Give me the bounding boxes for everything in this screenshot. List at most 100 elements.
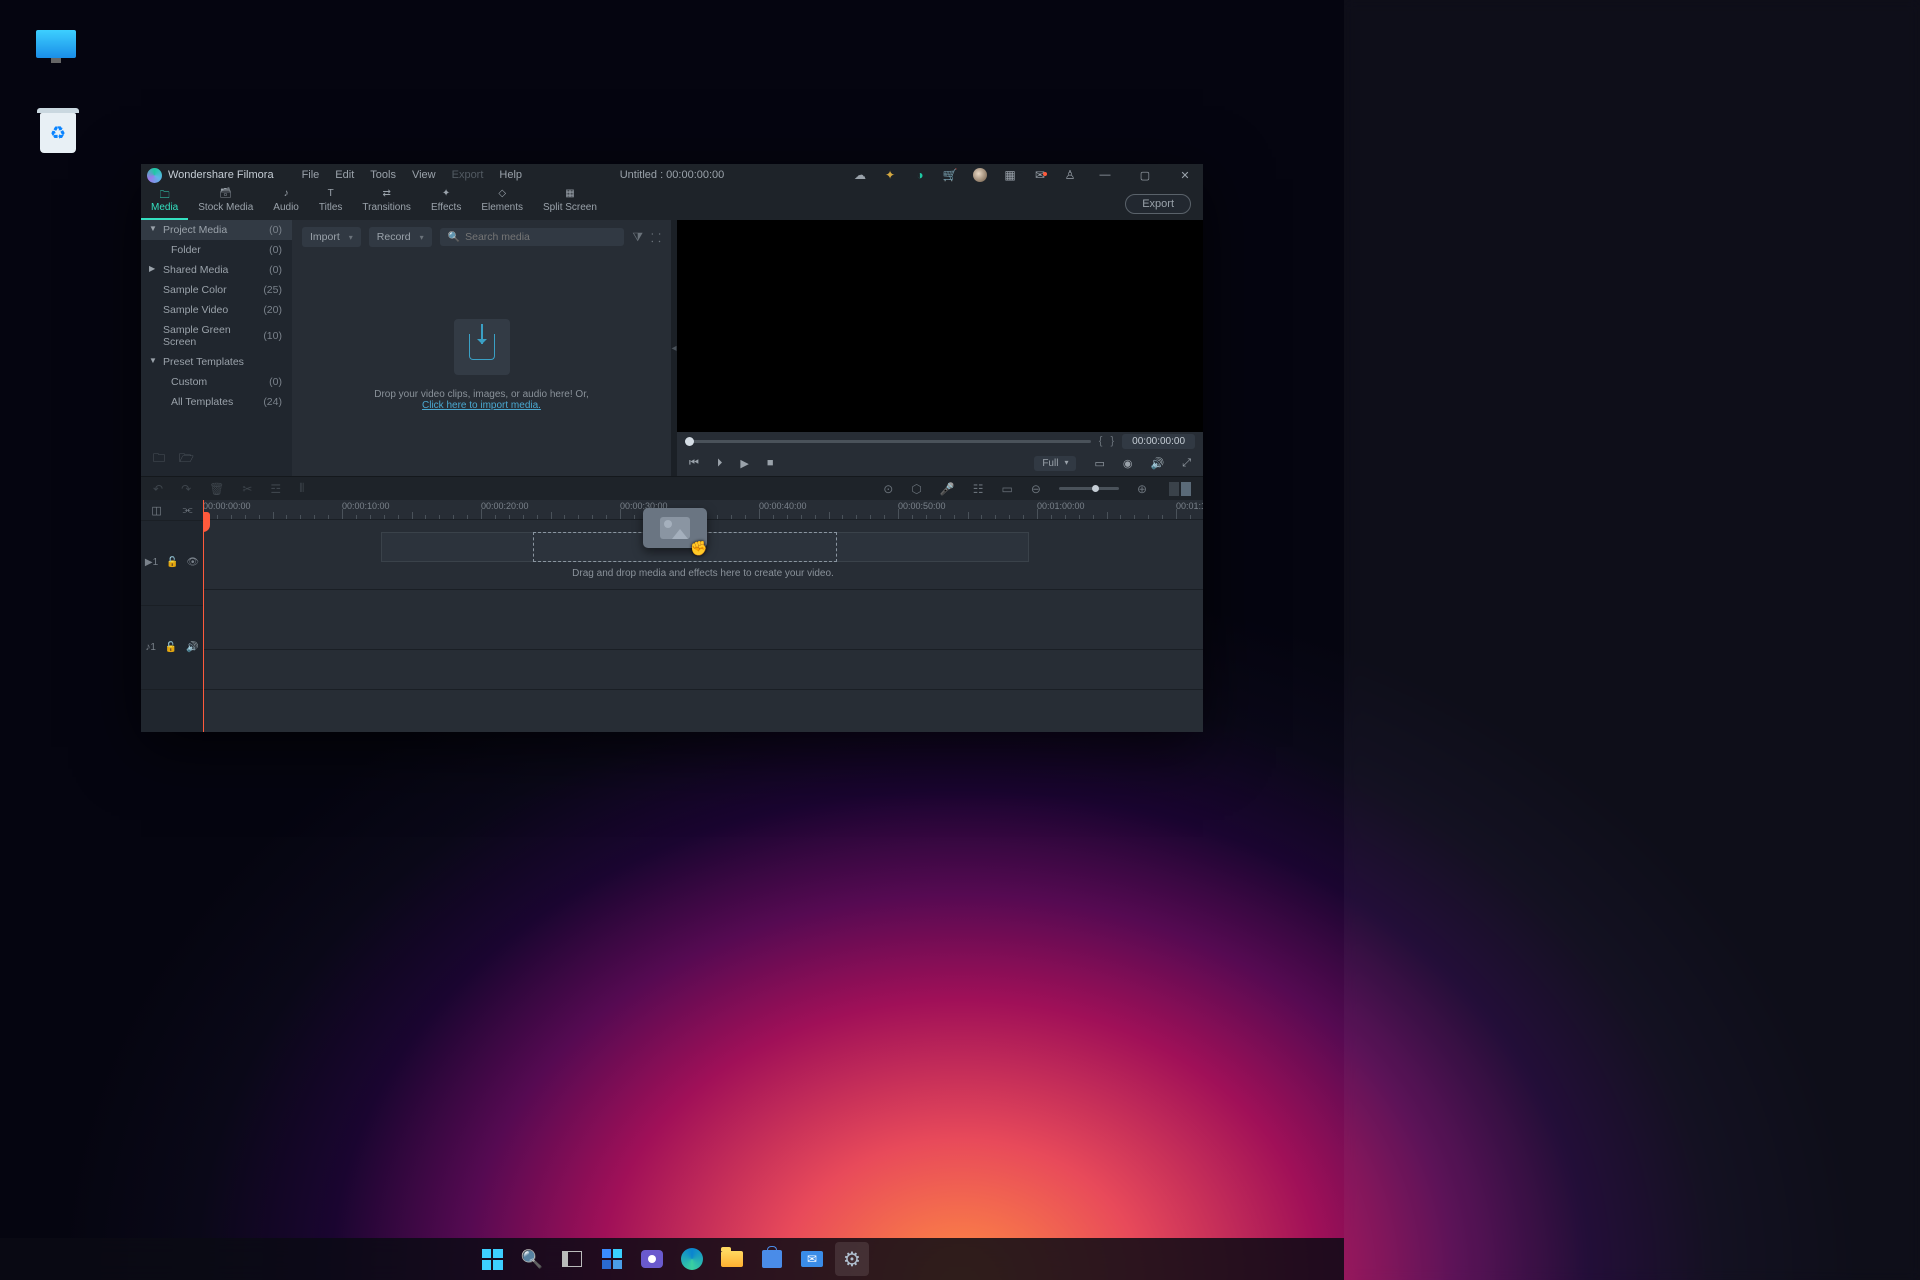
next-frame-button[interactable]: ▶ — [740, 457, 748, 470]
play-pause-button[interactable]: ⏵ — [717, 457, 723, 470]
split-button[interactable]: ✂ — [242, 482, 252, 496]
aspect-ratio-button[interactable]: ▭ — [1002, 482, 1013, 496]
close-button[interactable]: ✕ — [1173, 166, 1197, 184]
headphones-icon[interactable]: ◑ — [913, 168, 927, 182]
tab-stock-media[interactable]: 🗃Stock Media — [188, 185, 263, 220]
star-icon[interactable]: ✦ — [883, 168, 897, 182]
video-track-header[interactable]: ▶1 🔓 👁 — [141, 520, 203, 605]
tree-item-sample-green-screen[interactable]: Sample Green Screen(10) — [141, 320, 292, 352]
preview-canvas[interactable] — [677, 220, 1203, 432]
import-button[interactable]: Import▾ — [302, 227, 361, 247]
menu-edit[interactable]: Edit — [327, 169, 362, 181]
mark-in-button[interactable]: { — [1099, 435, 1103, 447]
crop-button[interactable]: ☲ — [270, 482, 281, 496]
search-box[interactable]: 🔍 — [440, 228, 625, 246]
volume-icon[interactable]: 🔊 — [1150, 457, 1164, 470]
store-button[interactable] — [755, 1242, 789, 1276]
save-icon[interactable]: ▦ — [1003, 168, 1017, 182]
task-view-button[interactable] — [555, 1242, 589, 1276]
track-size-toggle[interactable] — [1169, 482, 1191, 496]
start-button[interactable] — [475, 1242, 509, 1276]
mail-button[interactable]: ✉ — [795, 1242, 829, 1276]
tab-media[interactable]: 🗀Media — [141, 185, 188, 220]
link-toggle-icon[interactable]: ⫘ — [183, 504, 193, 517]
chat-button[interactable] — [635, 1242, 669, 1276]
quality-selector[interactable]: Full▾ — [1034, 456, 1076, 471]
menu-tools[interactable]: Tools — [362, 169, 404, 181]
zoom-out-button[interactable]: ⊖ — [1031, 482, 1041, 496]
new-folder-icon[interactable]: 🗀 — [153, 449, 165, 470]
settings-button[interactable]: ⚙ — [835, 1242, 869, 1276]
edge-button[interactable] — [675, 1242, 709, 1276]
manage-tracks-icon[interactable]: ◫ — [151, 504, 161, 517]
minimize-button[interactable]: ― — [1093, 166, 1117, 184]
tab-transitions[interactable]: ⇄Transitions — [352, 185, 421, 220]
lock-icon[interactable]: 🔓 — [165, 642, 177, 653]
tree-item-custom[interactable]: Custom(0) — [141, 372, 292, 392]
mixer-button[interactable]: ☷ — [973, 482, 984, 496]
search-input[interactable] — [465, 231, 616, 243]
voiceover-button[interactable]: 🎤 — [940, 482, 955, 496]
audio-track-header[interactable]: ♪1 🔓 🔊 — [141, 605, 203, 690]
zoom-slider[interactable] — [1059, 487, 1119, 490]
menu-file[interactable]: File — [294, 169, 328, 181]
prev-frame-button[interactable]: ⏮ — [689, 457, 699, 470]
import-link[interactable]: Click here to import media. — [422, 400, 541, 411]
tree-item-sample-color[interactable]: Sample Color(25) — [141, 280, 292, 300]
tab-titles[interactable]: TTitles — [309, 185, 353, 220]
mute-icon[interactable]: 🔊 — [186, 642, 198, 653]
undo-button[interactable]: ↶ — [153, 482, 163, 496]
visibility-icon[interactable]: 👁 — [186, 557, 199, 568]
profile-icon[interactable]: ♙ — [1063, 168, 1077, 182]
tree-item-folder[interactable]: Folder(0) — [141, 240, 292, 260]
fullscreen-icon[interactable]: ⤢ — [1182, 457, 1191, 470]
filter-icon[interactable]: ⧩ — [632, 230, 643, 245]
menu-view[interactable]: View — [404, 169, 444, 181]
mark-out-button[interactable]: } — [1110, 435, 1114, 447]
playhead[interactable] — [203, 500, 204, 732]
tab-audio[interactable]: ♪Audio — [263, 185, 309, 220]
record-button[interactable]: Record▾ — [369, 227, 432, 247]
open-folder-icon[interactable]: 🗁 — [179, 449, 194, 470]
desktop-icon-this-pc[interactable] — [31, 30, 81, 58]
tree-item-shared-media[interactable]: ▶Shared Media(0) — [141, 260, 292, 280]
user-avatar[interactable] — [973, 168, 987, 182]
menu-help[interactable]: Help — [491, 169, 530, 181]
tree-item-all-templates[interactable]: All Templates(24) — [141, 392, 292, 412]
grid-view-icon[interactable]: ⸬ — [651, 229, 661, 246]
video-track[interactable]: ✊ Drag and drop media and effects here t… — [203, 520, 1203, 590]
ruler-label: 00:00:40:00 — [759, 501, 807, 511]
snapshot-icon[interactable]: ◉ — [1123, 457, 1133, 470]
widgets-button[interactable] — [595, 1242, 629, 1276]
delete-button[interactable]: 🗑 — [209, 482, 224, 496]
tree-item-project-media[interactable]: ▼Project Media(0) — [141, 220, 292, 240]
stop-button[interactable]: ■ — [767, 457, 774, 469]
cloud-icon[interactable]: ☁ — [853, 168, 867, 182]
tab-elements[interactable]: ◇Elements — [471, 185, 533, 220]
zoom-in-button[interactable]: ⊕ — [1137, 482, 1147, 496]
file-explorer-button[interactable] — [715, 1242, 749, 1276]
lock-icon[interactable]: 🔓 — [166, 557, 178, 568]
render-preview-button[interactable]: ⊙ — [883, 482, 893, 496]
export-button[interactable]: Export — [1125, 194, 1191, 214]
tab-split-screen[interactable]: ▦Split Screen — [533, 185, 607, 220]
display-icon[interactable]: ▭ — [1094, 457, 1104, 470]
app-logo-icon — [147, 168, 162, 183]
marker-button[interactable]: ⬡ — [911, 482, 921, 496]
cart-icon[interactable]: 🛒 — [943, 168, 957, 182]
extra-track[interactable] — [203, 650, 1203, 690]
tree-item-preset-templates[interactable]: ▼Preset Templates — [141, 352, 292, 372]
tree-item-sample-video[interactable]: Sample Video(20) — [141, 300, 292, 320]
redo-button[interactable]: ↷ — [181, 482, 191, 496]
tab-effects[interactable]: ✦Effects — [421, 185, 471, 220]
audio-track[interactable] — [203, 590, 1203, 650]
messages-icon[interactable]: ✉ — [1033, 168, 1047, 182]
audio-adjust-button[interactable]: ⫴ — [299, 481, 304, 496]
audio-track-icon: ♪1 — [145, 642, 156, 653]
desktop-icon-recycle-bin[interactable]: ♻ — [33, 113, 83, 153]
maximize-button[interactable]: ▢ — [1133, 166, 1157, 184]
scrub-slider[interactable] — [685, 440, 1091, 443]
media-drop-zone[interactable]: Drop your video clips, images, or audio … — [292, 254, 671, 476]
search-button[interactable]: 🔍 — [515, 1242, 549, 1276]
filmora-window: Wondershare Filmora FileEditToolsViewExp… — [141, 164, 1203, 732]
